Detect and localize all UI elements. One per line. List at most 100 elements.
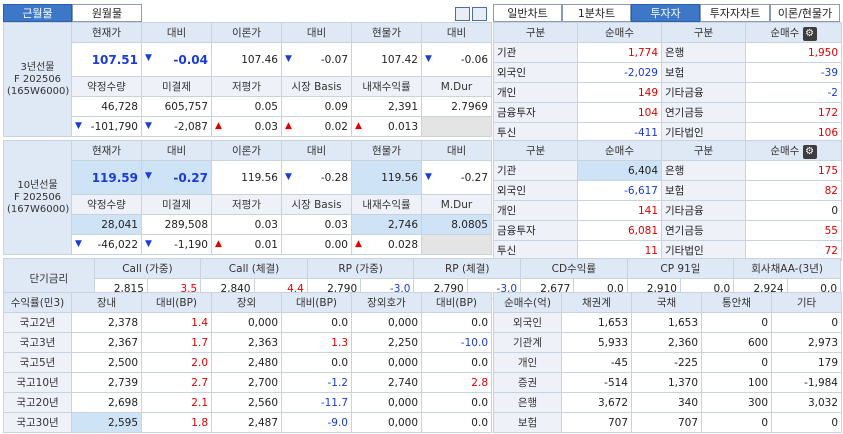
table-row[interactable]: 국고20년 2,698 2.1 2,560 -11.7 0,000 0.0 [3,392,492,413]
cell: -10.0 [421,332,492,353]
col-header: 시장 Basis [281,76,352,97]
cell: 340 [631,392,702,413]
col-header: 회사채AA-(3년) [733,258,841,279]
basis-change: ▲ 0.02 [281,116,352,137]
yields-table: 수익률(민3) 장내 대비(BP) 장외 대비(BP) 장외호가 대비(BP) … [3,292,492,433]
cell: -1,984 [771,372,842,393]
cell: 0 [771,412,842,433]
cell: 3,032 [771,392,842,413]
investor-label: 금융투자 [493,102,578,123]
table-row[interactable]: 기관계 5,933 2,360 600 2,973 [493,332,842,353]
cell: 0 [701,352,772,373]
investor-value: -2,029 [577,62,662,83]
table-row[interactable]: 국고5년 2,500 2.0 2,480 0.0 0,000 0.0 [3,352,492,373]
cell: 2,378 [71,312,142,333]
col-header: 현재가 [71,22,142,43]
netbuy-table: 순매수(억) 채권계 국채 통안채 기타 외국인 1,653 1,653 0 0… [493,292,842,433]
mdur: 2.7969 [421,96,492,117]
table-row[interactable]: 국고30년 2,595 1.8 2,487 -9.0 0,000 0.0 [3,412,492,433]
col-header: 현물가 [351,22,422,43]
investor-label: 기타금융 [661,200,746,221]
table-row[interactable]: 국고2년 2,378 1.4 0,000 0.0 0,000 0.0 [3,312,492,333]
cell: 2,973 [771,332,842,353]
investor-label: 보험 [661,180,746,201]
cell: 2.1 [141,392,212,413]
col-header: 약정수량 [71,76,142,97]
table-row[interactable]: 개인 -45 -225 0 179 [493,352,842,373]
col-header: 기타 [771,292,842,313]
gear-icon[interactable]: ⚙ [802,26,817,41]
cell: 1.3 [281,332,352,353]
investor-label: 외국인 [493,180,578,201]
cell: -514 [561,372,632,393]
col-header: 국채 [631,292,702,313]
gear-icon[interactable]: ⚙ [802,144,817,159]
cell: 2.8 [421,372,492,393]
investor-value: -2 [745,82,842,103]
cell: 1.8 [141,412,212,433]
cell: 0.0 [281,312,352,333]
layout-split-icon[interactable] [472,7,487,21]
investor-value: 82 [745,180,842,201]
table-row[interactable]: 은행 3,672 340 300 3,032 [493,392,842,413]
tab-1min-chart[interactable]: 1분차트 [562,4,631,22]
cell: 0 [701,412,772,433]
cell: 1.4 [141,312,212,333]
current-price: 107.51 [71,42,142,77]
table-row[interactable]: 보험 707 707 0 0 [493,412,842,433]
col-header: 이론가 [211,22,282,43]
cell: 179 [771,352,842,373]
layout-grid-icon[interactable] [455,7,470,21]
cell: 5,933 [561,332,632,353]
tab-investor[interactable]: 투자자 [631,4,700,22]
cell: 2,367 [71,332,142,353]
investor-label: 외국인 [493,62,578,83]
cell: 2.0 [141,352,212,373]
cell: 2,363 [211,332,282,353]
col-header: 통안채 [701,292,772,313]
table-row[interactable]: 증권 -514 1,370 100 -1,984 [493,372,842,393]
row-label: 국고30년 [3,412,72,433]
row-label: 은행 [493,392,562,413]
cell: 2,700 [211,372,282,393]
tab-general-chart[interactable]: 일반차트 [493,4,562,22]
investor-table-10y: 구분 순매수 구분 순매수 ⚙ 기관 6,404 은행 175 외국인 -6,6… [493,140,842,261]
investor-label: 보험 [661,62,746,83]
col-header: CP 91일 [626,258,735,279]
col-header: Call (체결) [200,258,308,279]
cell: 2,740 [351,372,422,393]
mdur: 8.0805 [421,214,492,235]
investor-value: 0 [745,200,842,221]
row-label: 기관계 [493,332,562,353]
table-row[interactable]: 외국인 1,653 1,653 0 0 [493,312,842,333]
col-header: Call (가중) [93,258,202,279]
col-header: 구분 [493,22,578,43]
tab-investor-chart[interactable]: 투자자차트 [700,4,770,22]
col-header-with-settings: 순매수 ⚙ [745,140,842,161]
implied-yield: 2,391 [351,96,422,117]
col-header: 이론가 [211,140,282,161]
row-label: 외국인 [493,312,562,333]
table-row[interactable]: 국고3년 2,367 1.7 2,363 1.3 2,250 -10.0 [3,332,492,353]
cell: 300 [701,392,772,413]
col-header-with-settings: 순매수 ⚙ [745,22,842,43]
cell: 707 [631,412,702,433]
cell: 0 [701,312,772,333]
volume-change: ▼ -46,022 [71,234,142,255]
col-header: 순매수 [577,22,662,43]
cell: 1.7 [141,332,212,353]
cell: 2,480 [211,352,282,373]
tab-theory-spot[interactable]: 이론/현물가 [770,4,840,22]
cell: 2,595 [71,412,142,433]
cell: 1,370 [631,372,702,393]
cell: 0,000 [351,392,422,413]
investor-table-3y: 구분 순매수 구분 순매수 ⚙ 기관 1,774 은행 1,950 외국인 -2… [493,22,842,143]
table-row[interactable]: 국고10년 2,739 2.7 2,700 -1.2 2,740 2.8 [3,372,492,393]
cell: 0,000 [351,412,422,433]
tab-near-month[interactable]: 근월물 [3,4,72,22]
row-label: 개인 [493,352,562,373]
undervalue: 0.05 [211,96,282,117]
market-basis: 0.09 [281,96,352,117]
tab-far-month[interactable]: 원월물 [72,4,142,22]
col-header: 구분 [661,22,746,43]
